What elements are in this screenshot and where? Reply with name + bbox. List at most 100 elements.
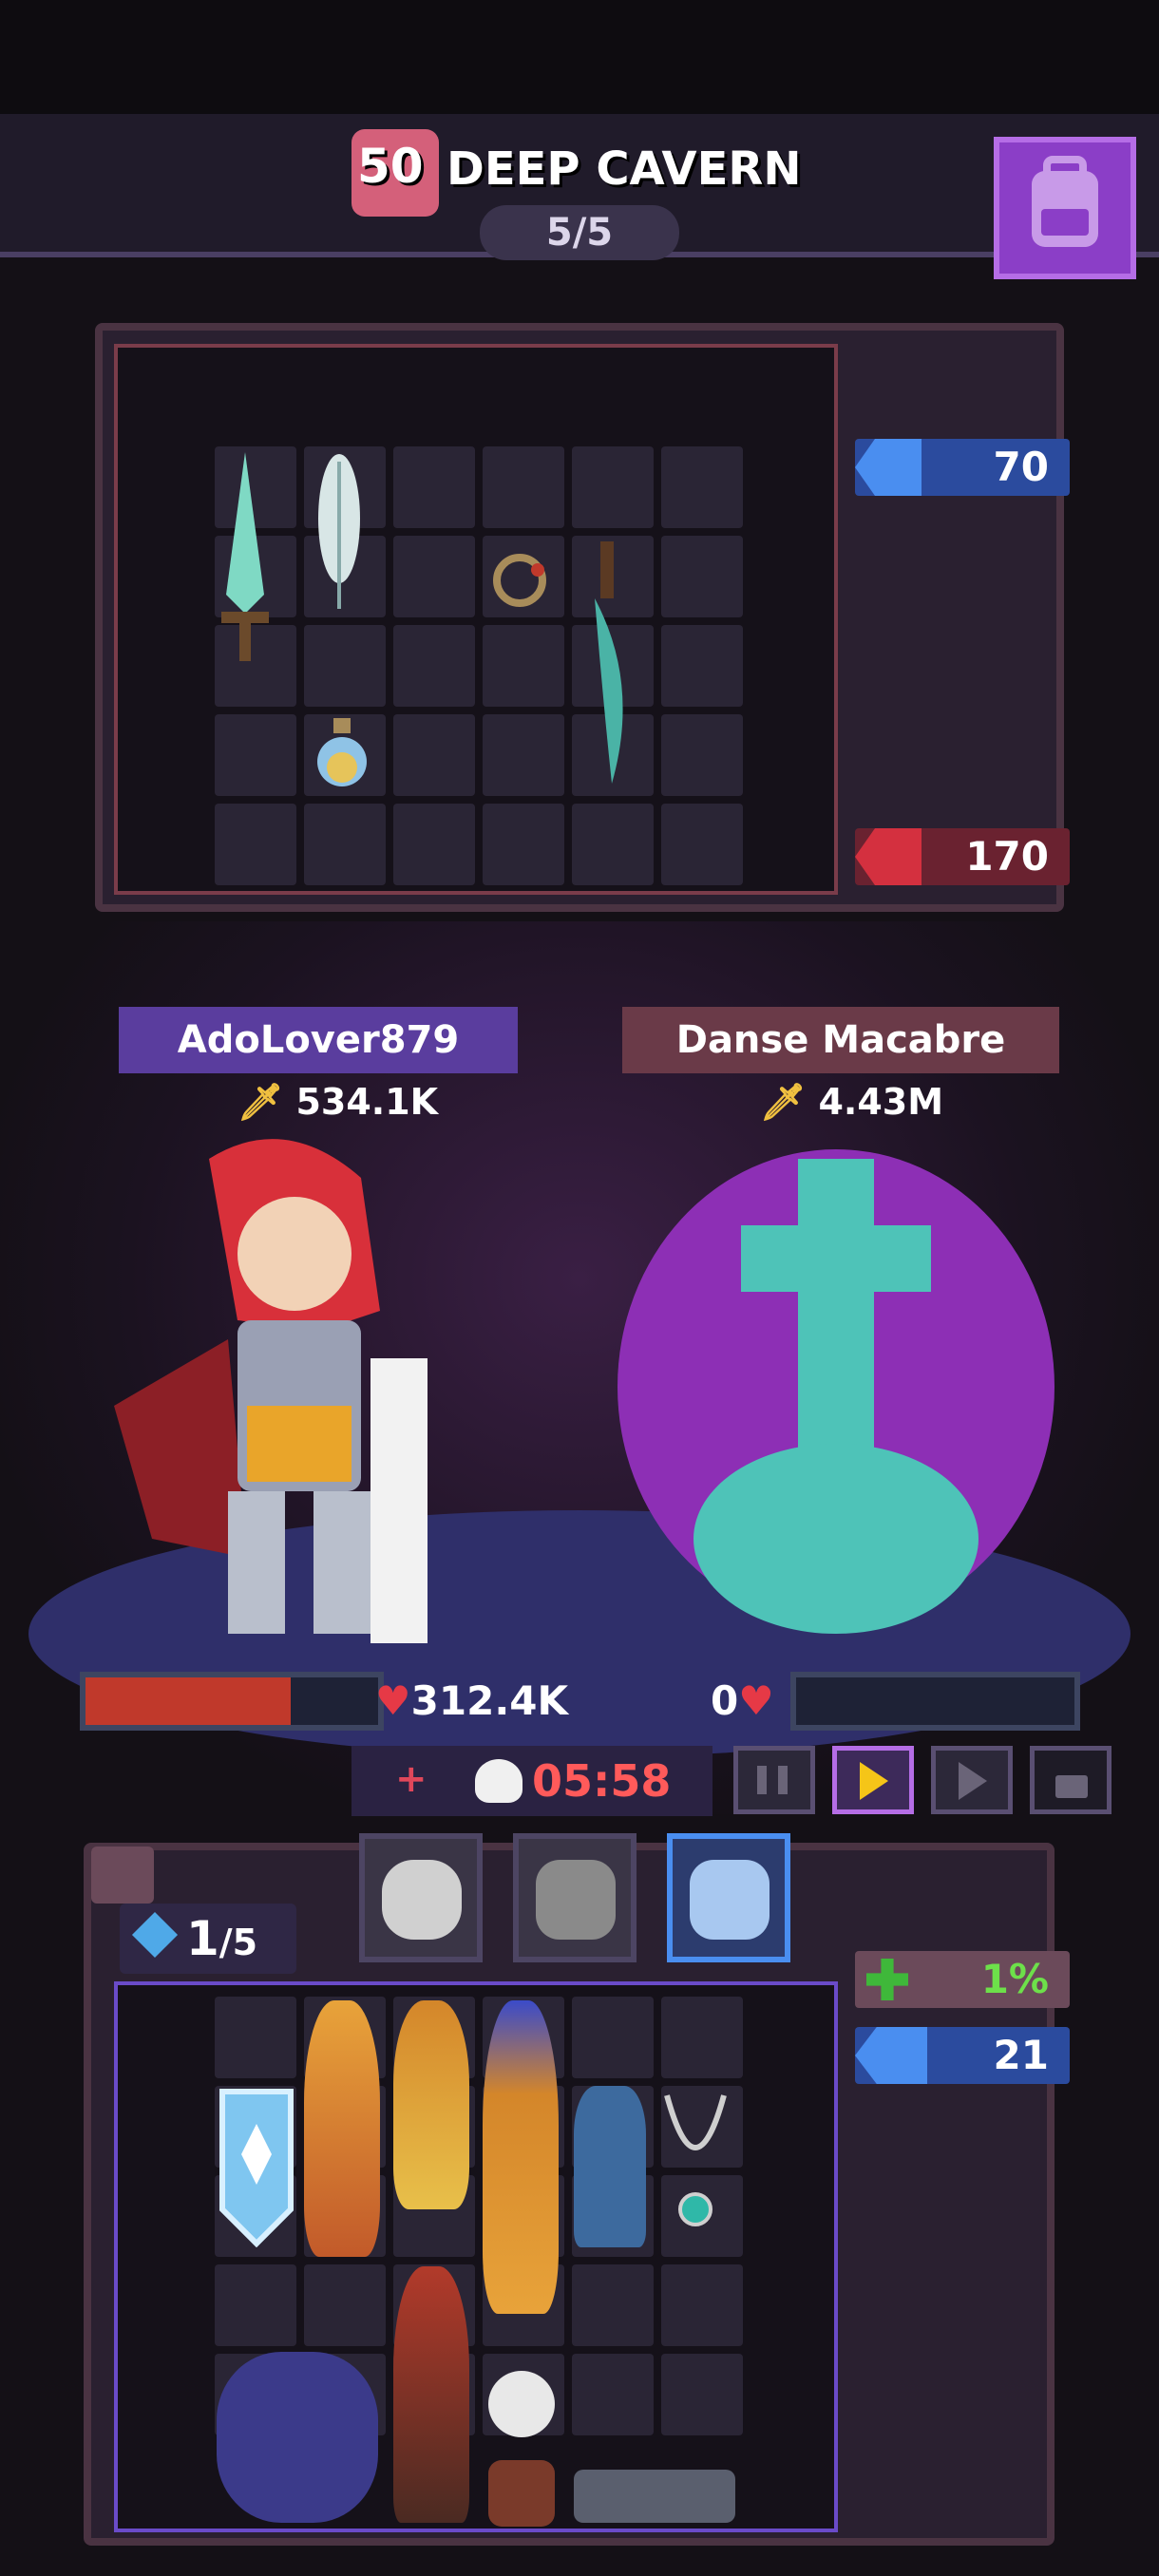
- play-button[interactable]: [832, 1746, 914, 1814]
- status-bar: [0, 0, 1159, 114]
- stage-name: DEEP CAVERN: [446, 142, 802, 196]
- bag-slot[interactable]: [572, 2354, 654, 2435]
- gem-count: 1/5: [186, 1911, 258, 1966]
- enemy-hp: 0♥: [711, 1677, 774, 1724]
- bag-slot[interactable]: [393, 625, 475, 707]
- shield-icon: [219, 2089, 294, 2248]
- enemy-item-feather: [306, 452, 372, 614]
- tab-pet-3[interactable]: [667, 1833, 790, 1962]
- bag-slot[interactable]: [215, 714, 296, 796]
- player-item-shield: [217, 2086, 296, 2248]
- bag-slot[interactable]: [661, 625, 743, 707]
- fast-forward-button[interactable]: [931, 1746, 1013, 1814]
- tab-pet-1[interactable]: [359, 1833, 483, 1962]
- enemy-item-ring: [486, 547, 553, 614]
- bag-slot[interactable]: [304, 2264, 386, 2346]
- pause-button[interactable]: [733, 1746, 815, 1814]
- heal-plus-icon: [866, 1959, 908, 2000]
- bag-slot[interactable]: [572, 804, 654, 885]
- fast-forward-icon: [959, 1762, 987, 1800]
- pause-icon-bar: [778, 1766, 788, 1794]
- lock-button[interactable]: [1030, 1746, 1112, 1814]
- stage-progress: 5/5: [480, 205, 679, 260]
- bag-slot[interactable]: [393, 446, 475, 528]
- bag-slot[interactable]: [304, 804, 386, 885]
- bag-slot[interactable]: [661, 2354, 743, 2435]
- flame-icon: [855, 828, 922, 885]
- player-character: [95, 1121, 494, 1653]
- sword-icon: [221, 452, 269, 661]
- timer-plus: +: [395, 1757, 428, 1801]
- bag-slot[interactable]: [215, 2264, 296, 2346]
- power-sword-icon: 🗡: [238, 1081, 284, 1123]
- bag-slot[interactable]: [661, 2264, 743, 2346]
- skull-icon: [475, 1759, 522, 1803]
- battle-timer: 05:58: [532, 1755, 672, 1807]
- bag-slot[interactable]: [572, 446, 654, 528]
- pause-icon: [757, 1766, 767, 1794]
- heart-icon: ♥: [738, 1677, 774, 1724]
- bag-slot[interactable]: [215, 804, 296, 885]
- bag-slot[interactable]: [393, 536, 475, 617]
- enemy-character: [608, 1102, 1064, 1634]
- tab-pet-2[interactable]: [513, 1833, 636, 1962]
- backpack-button[interactable]: [994, 137, 1136, 279]
- player-item-blue-cat: [217, 2352, 378, 2523]
- bag-slot[interactable]: [661, 714, 743, 796]
- stage-number: 50: [357, 139, 424, 194]
- pet-portrait-icon: [382, 1860, 462, 1940]
- player-stat-crit: 21: [855, 2027, 1070, 2084]
- player-stat-heal: 1%: [855, 1951, 1070, 2008]
- play-icon: [860, 1762, 888, 1800]
- player-name: AdoLover879: [177, 1018, 460, 1062]
- enemy-item-potion: [309, 714, 375, 790]
- crit-icon: [855, 2027, 927, 2084]
- bag-slot[interactable]: [304, 625, 386, 707]
- player-item-flame-sword-3: [483, 2000, 559, 2314]
- feather-icon: [318, 454, 360, 609]
- dagger-icon: [595, 541, 623, 784]
- bag-slot[interactable]: [661, 446, 743, 528]
- bag-slot[interactable]: [393, 804, 475, 885]
- enemy-stat-speed: 70: [855, 439, 1070, 496]
- player-item-glove: [488, 2460, 555, 2527]
- pet-portrait-icon: [536, 1860, 616, 1940]
- player-item-eye-orb: [488, 2371, 555, 2437]
- boot-icon: [855, 439, 922, 496]
- bag-slot[interactable]: [483, 446, 564, 528]
- pet-portrait-icon: [690, 1860, 770, 1940]
- player-item-torch: [393, 2266, 469, 2523]
- bag-slot[interactable]: [572, 1997, 654, 2078]
- player-item-gun: [574, 2470, 735, 2523]
- bag-slot[interactable]: [483, 625, 564, 707]
- player-name-plate: AdoLover879: [119, 1007, 518, 1073]
- ring-icon: [493, 554, 546, 607]
- bag-slot[interactable]: [661, 536, 743, 617]
- enemy-stat-burn: 170: [855, 828, 1070, 885]
- player-power: 🗡 534.1K: [238, 1081, 439, 1123]
- heart-icon: ♥: [375, 1677, 411, 1724]
- bag-slot[interactable]: [483, 714, 564, 796]
- player-item-flame-sword-1: [304, 2000, 380, 2257]
- player-item-necklace: [656, 2086, 735, 2247]
- bag-slot[interactable]: [661, 804, 743, 885]
- backpack-icon: [1032, 156, 1098, 247]
- player-hp: ♥312.4K: [375, 1677, 569, 1724]
- enemy-name-plate: Danse Macabre: [622, 1007, 1059, 1073]
- potion-icon: [317, 718, 367, 786]
- necklace-icon: [664, 2094, 727, 2226]
- menu-list-icon[interactable]: [91, 1847, 154, 1904]
- bag-slot[interactable]: [661, 1997, 743, 2078]
- bag-slot[interactable]: [215, 1997, 296, 2078]
- player-hp-fill: [86, 1677, 291, 1725]
- enemy-hp-bar: [790, 1672, 1080, 1731]
- player-item-flame-sword-2: [393, 2000, 469, 2209]
- player-item-banner: [574, 2086, 646, 2247]
- enemy-name: Danse Macabre: [675, 1018, 1006, 1062]
- bag-slot[interactable]: [572, 2264, 654, 2346]
- bag-slot[interactable]: [483, 804, 564, 885]
- enemy-item-dagger: [574, 541, 640, 788]
- player-hp-bar: [80, 1672, 384, 1731]
- bag-slot[interactable]: [393, 714, 475, 796]
- enemy-item-sword: [217, 452, 274, 671]
